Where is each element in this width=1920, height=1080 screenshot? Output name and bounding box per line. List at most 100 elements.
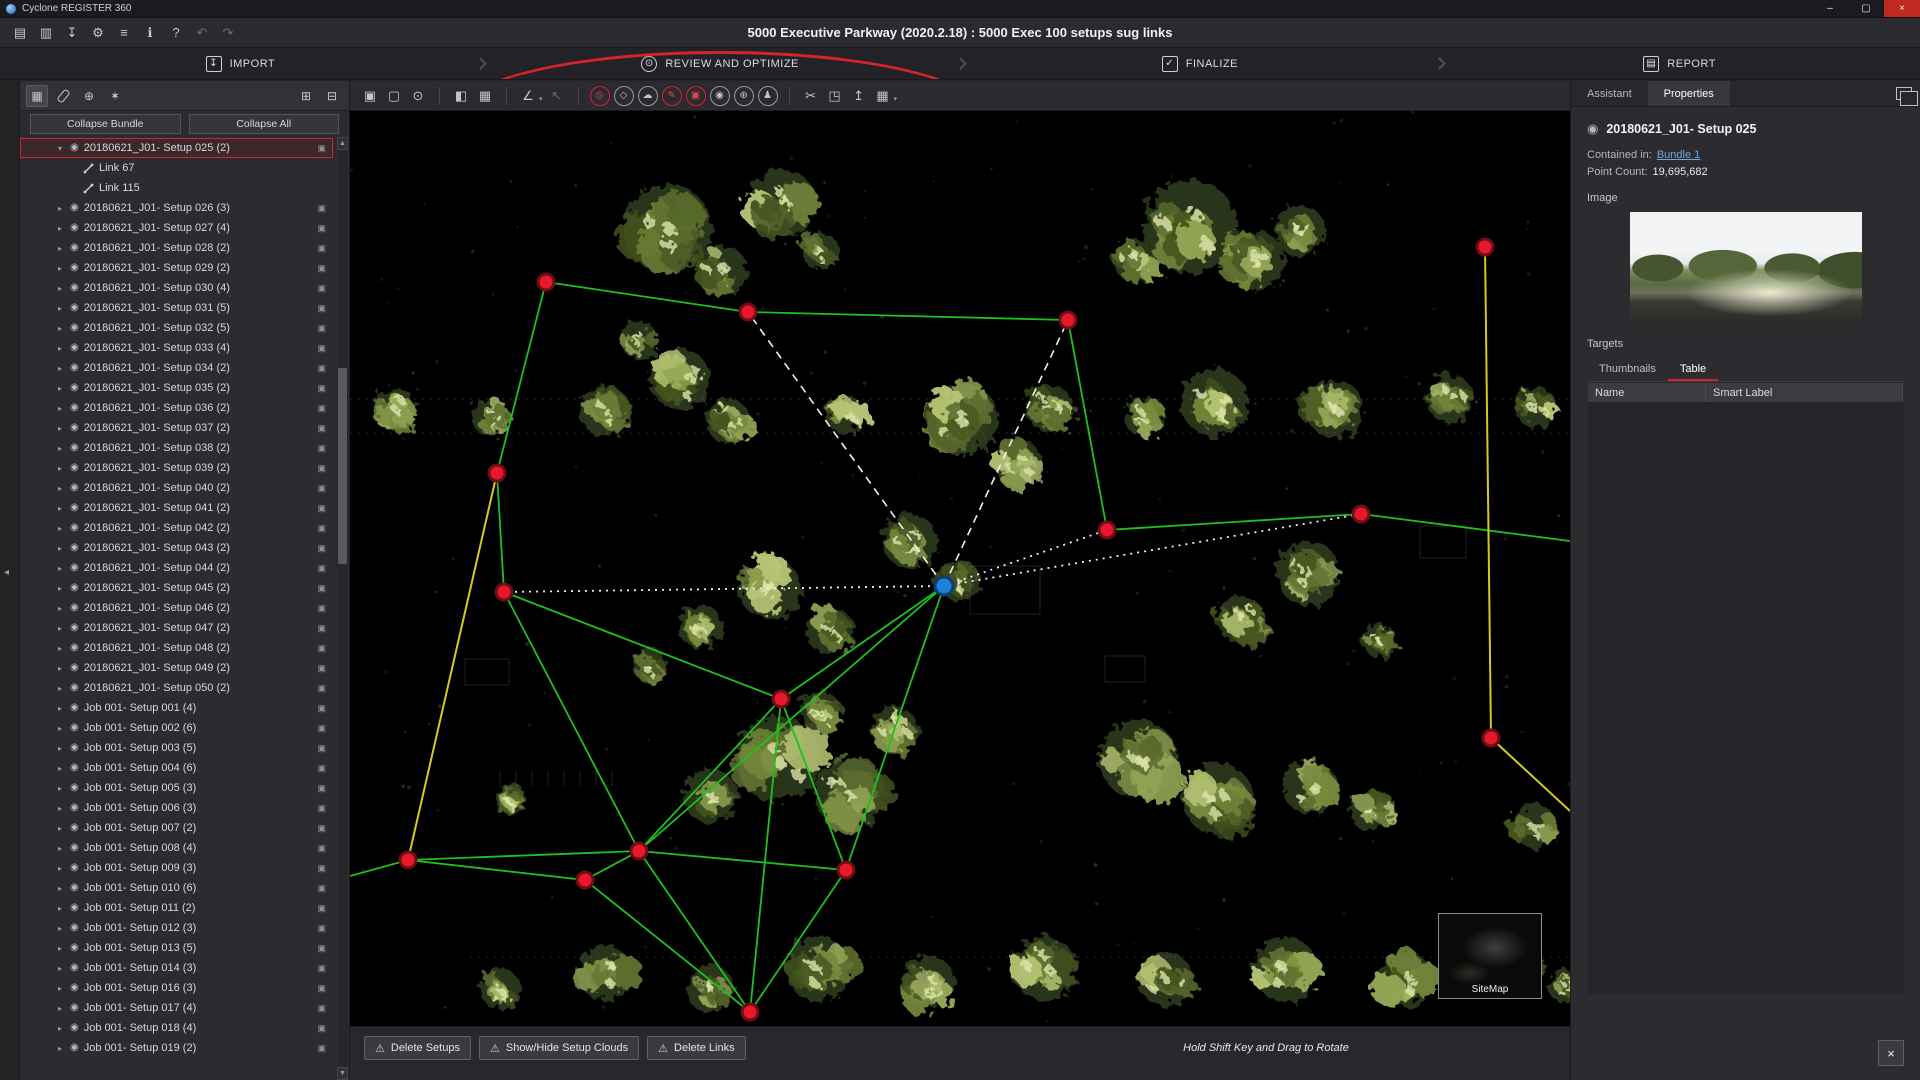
tree-expand-arrow-icon[interactable]: ▸ (55, 564, 65, 573)
point-cloud-view[interactable]: SiteMap (350, 111, 1570, 1027)
tree-expand-arrow-icon[interactable]: ▸ (55, 584, 65, 593)
tree-item[interactable]: ▸◉Job 001- Setup 006 (3)▣ (20, 798, 333, 818)
setup-marker-tool-icon[interactable]: ◎ (590, 86, 610, 106)
delete-setups-button[interactable]: ⚠Delete Setups (364, 1036, 471, 1060)
tree-expand-arrow-icon[interactable]: ▸ (55, 684, 65, 693)
setup-node[interactable] (631, 843, 647, 859)
bundle-view-icon[interactable]: ▦ (26, 85, 48, 107)
draw-tool-icon[interactable]: ✎ (662, 86, 682, 106)
tree-item[interactable]: ▸◉Job 001- Setup 004 (6)▣ (20, 758, 333, 778)
tree-expand-arrow-icon[interactable]: ▸ (55, 644, 65, 653)
tree-expand-arrow-icon[interactable]: ▸ (55, 1044, 65, 1053)
tree-item[interactable]: ▸◉Job 001- Setup 003 (5)▣ (20, 738, 333, 758)
tree-item[interactable]: ▸◉20180621_J01- Setup 034 (2)▣ (20, 358, 333, 378)
workflow-tab-import[interactable]: ↧IMPORT (0, 48, 481, 79)
tree-item[interactable]: ▸◉Job 001- Setup 005 (3)▣ (20, 778, 333, 798)
tree-expand-arrow-icon[interactable]: ▾ (55, 144, 65, 153)
tree-item[interactable]: ▸◉20180621_J01- Setup 036 (2)▣ (20, 398, 333, 418)
tree-item[interactable]: ▸◉20180621_J01- Setup 041 (2)▣ (20, 498, 333, 518)
tree-expand-arrow-icon[interactable]: ▸ (55, 444, 65, 453)
info-icon[interactable]: ℹ (138, 21, 162, 45)
tree-expand-arrow-icon[interactable]: ▸ (55, 944, 65, 953)
tree-item[interactable]: ▸◉20180621_J01- Setup 042 (2)▣ (20, 518, 333, 538)
targets-tab-table[interactable]: Table (1668, 358, 1718, 381)
tree-item[interactable]: ▸◉20180621_J01- Setup 030 (4)▣ (20, 278, 333, 298)
collapse-bundle-button[interactable]: Collapse Bundle (30, 114, 181, 134)
location-tool-icon[interactable]: ⊕ (734, 86, 754, 106)
tree-item[interactable]: ▸◉Job 001- Setup 008 (4)▣ (20, 838, 333, 858)
tree-item[interactable]: ▸◉Job 001- Setup 002 (6)▣ (20, 718, 333, 738)
scrollbar-thumb[interactable] (338, 368, 347, 564)
tree-item[interactable]: ▸◉Job 001- Setup 009 (3)▣ (20, 858, 333, 878)
tree-item[interactable]: ▸◉Job 001- Setup 013 (5)▣ (20, 938, 333, 958)
targets-tab-thumbnails[interactable]: Thumbnails (1587, 358, 1668, 381)
matrix-view-icon[interactable]: ▦ (473, 84, 497, 108)
tree-expand-arrow-icon[interactable]: ▸ (55, 664, 65, 673)
split-view-icon[interactable]: ◧ (449, 84, 473, 108)
settings-icon[interactable]: ⚙ (86, 21, 110, 45)
tree-item[interactable]: ▸◉Job 001- Setup 017 (4)▣ (20, 998, 333, 1018)
open-project-icon[interactable]: ▥ (34, 21, 58, 45)
tree-item[interactable]: ▸◉20180621_J01- Setup 038 (2)▣ (20, 438, 333, 458)
export-view-icon[interactable]: ↥ (847, 84, 871, 108)
tree-item[interactable]: ▸◉20180621_J01- Setup 032 (5)▣ (20, 318, 333, 338)
maximize-button[interactable]: ▢ (1848, 0, 1884, 17)
tree-expand-arrow-icon[interactable]: ▸ (55, 304, 65, 313)
redo-icon[interactable]: ↷ (216, 21, 240, 45)
collapse-tree-icon[interactable]: ⊟ (321, 85, 343, 107)
workflow-tab-report[interactable]: ▤REPORT (1439, 48, 1920, 79)
layout-menu-icon[interactable]: ▦ (871, 84, 895, 108)
unlink-icon[interactable]: ✂ (799, 84, 823, 108)
measure-icon[interactable]: ∠ (516, 84, 540, 108)
setup-node[interactable] (496, 584, 512, 600)
bundle-link[interactable]: Bundle 1 (1657, 149, 1700, 161)
world-view-icon[interactable]: ⊕ (78, 85, 100, 107)
workflow-tab-finalize[interactable]: ✓FINALIZE (960, 48, 1441, 79)
tree-item[interactable]: ▸◉20180621_J01- Setup 043 (2)▣ (20, 538, 333, 558)
collapse-all-button[interactable]: Collapse All (189, 114, 340, 134)
measure-icon-caret-icon[interactable]: ▾ (539, 95, 543, 103)
setup-node[interactable] (1483, 730, 1499, 746)
current-setup-node[interactable] (935, 577, 953, 595)
tree-item[interactable]: ▸◉20180621_J01- Setup 037 (2)▣ (20, 418, 333, 438)
tree-item[interactable]: ▸◉Job 001- Setup 016 (3)▣ (20, 978, 333, 998)
tree-expand-arrow-icon[interactable]: ▸ (55, 544, 65, 553)
tree-expand-arrow-icon[interactable]: ▸ (55, 244, 65, 253)
tree-expand-arrow-icon[interactable]: ▸ (55, 264, 65, 273)
tree-expand-arrow-icon[interactable]: ▸ (55, 604, 65, 613)
tree-item[interactable]: ▸◉Job 001- Setup 018 (4)▣ (20, 1018, 333, 1038)
tree-item[interactable]: ▸◉20180621_J01- Setup 029 (2)▣ (20, 258, 333, 278)
minimize-button[interactable]: – (1812, 0, 1848, 17)
setup-node[interactable] (742, 1004, 758, 1020)
tree-expand-arrow-icon[interactable]: ▸ (55, 364, 65, 373)
tree-expand-arrow-icon[interactable]: ▸ (55, 504, 65, 513)
copy-view-icon[interactable]: ▣ (358, 84, 382, 108)
tree-expand-arrow-icon[interactable]: ▸ (55, 764, 65, 773)
panel-layout-icon[interactable] (1896, 87, 1912, 100)
targets-table-body[interactable] (1587, 403, 1904, 995)
tree-expand-arrow-icon[interactable]: ▸ (55, 224, 65, 233)
tree-expand-arrow-icon[interactable]: ▸ (55, 904, 65, 913)
sitemap-inset[interactable]: SiteMap (1438, 913, 1542, 999)
tree-item[interactable]: ▸◉20180621_J01- Setup 039 (2)▣ (20, 458, 333, 478)
toggle-setup-clouds-button[interactable]: ⚠Show/Hide Setup Clouds (479, 1036, 639, 1060)
tree-expand-arrow-icon[interactable]: ▸ (55, 204, 65, 213)
pano-person-tool-icon[interactable]: ♟ (758, 86, 778, 106)
tree-item[interactable]: ▸◉20180621_J01- Setup 033 (4)▣ (20, 338, 333, 358)
tree-expand-arrow-icon[interactable]: ▸ (55, 784, 65, 793)
label-tool-icon[interactable]: ◇ (614, 86, 634, 106)
undo-icon[interactable]: ↶ (190, 21, 214, 45)
tree-item[interactable]: ▸◉20180621_J01- Setup 027 (4)▣ (20, 218, 333, 238)
tree-item[interactable]: ▸◉20180621_J01- Setup 049 (2)▣ (20, 658, 333, 678)
tree-item[interactable]: ▸◉20180621_J01- Setup 026 (3)▣ (20, 198, 333, 218)
tree-item[interactable]: ▸◉20180621_J01- Setup 035 (2)▣ (20, 378, 333, 398)
tree-item[interactable]: ▸◉Job 001- Setup 019 (2)▣ (20, 1038, 333, 1058)
setup-node[interactable] (1353, 506, 1369, 522)
tree-item[interactable]: ▸◉Job 001- Setup 001 (4)▣ (20, 698, 333, 718)
panel-tab-assistant[interactable]: Assistant (1571, 81, 1648, 106)
tree-item[interactable]: ▾◉20180621_J01- Setup 025 (2)▣ (20, 138, 333, 158)
tree-expand-arrow-icon[interactable]: ▸ (55, 804, 65, 813)
tree-scrollbar[interactable]: ▲ ▼ (337, 137, 348, 1080)
help-icon[interactable]: ? (164, 21, 188, 45)
sidebar-collapse-gutter[interactable]: ◂ (0, 81, 20, 1080)
